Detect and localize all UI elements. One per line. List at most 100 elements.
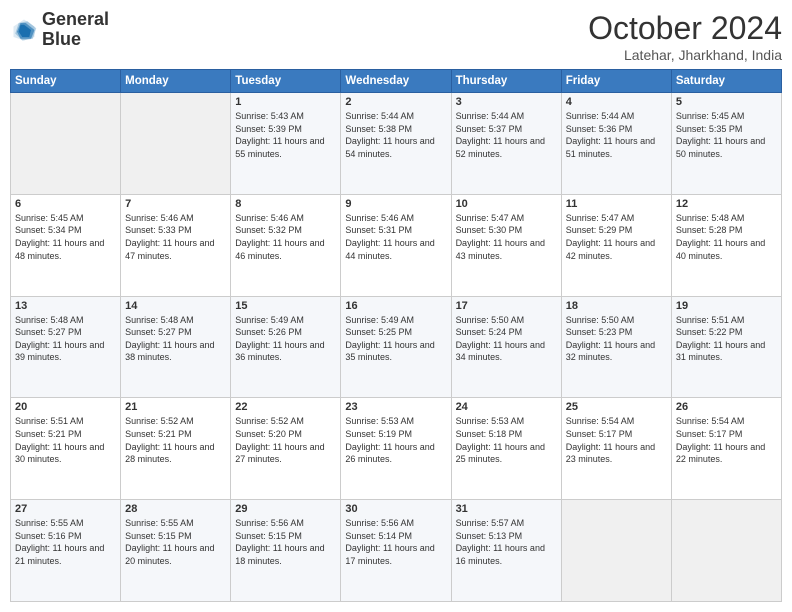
day-number: 25 <box>566 401 667 413</box>
logo-icon <box>10 16 38 44</box>
day-number: 17 <box>456 300 557 312</box>
calendar-cell <box>11 93 121 195</box>
day-detail: Sunrise: 5:43 AM Sunset: 5:39 PM Dayligh… <box>235 110 336 160</box>
calendar-cell: 30Sunrise: 5:56 AM Sunset: 5:14 PM Dayli… <box>341 500 451 602</box>
day-of-week-header: Thursday <box>451 70 561 93</box>
day-detail: Sunrise: 5:48 AM Sunset: 5:27 PM Dayligh… <box>125 314 226 364</box>
day-detail: Sunrise: 5:45 AM Sunset: 5:35 PM Dayligh… <box>676 110 777 160</box>
logo-line1: General <box>42 10 109 30</box>
day-detail: Sunrise: 5:53 AM Sunset: 5:18 PM Dayligh… <box>456 415 557 465</box>
day-number: 26 <box>676 401 777 413</box>
day-number: 9 <box>345 198 446 210</box>
day-number: 3 <box>456 96 557 108</box>
day-detail: Sunrise: 5:47 AM Sunset: 5:29 PM Dayligh… <box>566 212 667 262</box>
day-detail: Sunrise: 5:44 AM Sunset: 5:36 PM Dayligh… <box>566 110 667 160</box>
calendar-cell: 19 Sunrise: 5:51 AM Sunset: 5:22 PM Dayli… <box>671 296 781 398</box>
calendar-cell: 28 Sunrise: 5:55 AM Sunset: 5:15 PM Dayli… <box>121 500 231 602</box>
calendar-cell: 4 Sunrise: 5:44 AM Sunset: 5:36 PM Daylig… <box>561 93 671 195</box>
calendar: SundayMondayTuesdayWednesdayThursdayFrid… <box>10 69 782 602</box>
day-of-week-header: Friday <box>561 70 671 93</box>
calendar-week-row: 1Sunrise: 5:43 AM Sunset: 5:39 PM Daylig… <box>11 93 782 195</box>
day-detail: Sunrise: 5:52 AM Sunset: 5:20 PM Dayligh… <box>235 415 336 465</box>
day-detail: Sunrise: 5:49 AM Sunset: 5:26 PM Dayligh… <box>235 314 336 364</box>
day-detail: Sunrise: 5:46 AM Sunset: 5:33 PM Dayligh… <box>125 212 226 262</box>
calendar-cell: 31 Sunrise: 5:57 AM Sunset: 5:13 PM Dayli… <box>451 500 561 602</box>
calendar-cell <box>671 500 781 602</box>
day-number: 19 <box>676 300 777 312</box>
calendar-cell: 10Sunrise: 5:47 AM Sunset: 5:30 PM Dayli… <box>451 194 561 296</box>
calendar-cell: 24 Sunrise: 5:53 AM Sunset: 5:18 PM Dayli… <box>451 398 561 500</box>
day-of-week-header: Sunday <box>11 70 121 93</box>
page: General Blue October 2024 Latehar, Jhark… <box>0 0 792 612</box>
calendar-cell: 29Sunrise: 5:56 AM Sunset: 5:15 PM Dayli… <box>231 500 341 602</box>
day-number: 20 <box>15 401 116 413</box>
day-of-week-header: Saturday <box>671 70 781 93</box>
day-number: 14 <box>125 300 226 312</box>
day-number: 31 <box>456 503 557 515</box>
day-number: 2 <box>345 96 446 108</box>
day-detail: Sunrise: 5:55 AM Sunset: 5:15 PM Dayligh… <box>125 517 226 567</box>
calendar-cell: 12Sunrise: 5:48 AM Sunset: 5:28 PM Dayli… <box>671 194 781 296</box>
calendar-cell: 6 Sunrise: 5:45 AM Sunset: 5:34 PM Daylig… <box>11 194 121 296</box>
calendar-cell: 8 Sunrise: 5:46 AM Sunset: 5:32 PM Daylig… <box>231 194 341 296</box>
day-number: 28 <box>125 503 226 515</box>
day-number: 22 <box>235 401 336 413</box>
day-detail: Sunrise: 5:55 AM Sunset: 5:16 PM Dayligh… <box>15 517 116 567</box>
month-title: October 2024 <box>588 10 782 47</box>
calendar-cell: 7 Sunrise: 5:46 AM Sunset: 5:33 PM Daylig… <box>121 194 231 296</box>
calendar-cell: 26 Sunrise: 5:54 AM Sunset: 5:17 PM Dayli… <box>671 398 781 500</box>
day-number: 10 <box>456 198 557 210</box>
logo: General Blue <box>10 10 109 50</box>
day-number: 23 <box>345 401 446 413</box>
calendar-week-row: 6 Sunrise: 5:45 AM Sunset: 5:34 PM Daylig… <box>11 194 782 296</box>
day-detail: Sunrise: 5:56 AM Sunset: 5:15 PM Dayligh… <box>235 517 336 567</box>
day-number: 4 <box>566 96 667 108</box>
day-number: 8 <box>235 198 336 210</box>
day-detail: Sunrise: 5:49 AM Sunset: 5:25 PM Dayligh… <box>345 314 446 364</box>
calendar-cell: 13Sunrise: 5:48 AM Sunset: 5:27 PM Dayli… <box>11 296 121 398</box>
calendar-cell: 17 Sunrise: 5:50 AM Sunset: 5:24 PM Dayli… <box>451 296 561 398</box>
day-detail: Sunrise: 5:52 AM Sunset: 5:21 PM Dayligh… <box>125 415 226 465</box>
day-detail: Sunrise: 5:46 AM Sunset: 5:32 PM Dayligh… <box>235 212 336 262</box>
calendar-header-row: SundayMondayTuesdayWednesdayThursdayFrid… <box>11 70 782 93</box>
logo-text: General Blue <box>42 10 109 50</box>
day-number: 7 <box>125 198 226 210</box>
day-number: 12 <box>676 198 777 210</box>
day-detail: Sunrise: 5:57 AM Sunset: 5:13 PM Dayligh… <box>456 517 557 567</box>
day-detail: Sunrise: 5:53 AM Sunset: 5:19 PM Dayligh… <box>345 415 446 465</box>
subtitle: Latehar, Jharkhand, India <box>588 47 782 63</box>
calendar-cell: 18Sunrise: 5:50 AM Sunset: 5:23 PM Dayli… <box>561 296 671 398</box>
calendar-cell <box>561 500 671 602</box>
calendar-week-row: 20 Sunrise: 5:51 AM Sunset: 5:21 PM Dayli… <box>11 398 782 500</box>
day-number: 24 <box>456 401 557 413</box>
calendar-cell: 23 Sunrise: 5:53 AM Sunset: 5:19 PM Dayli… <box>341 398 451 500</box>
calendar-cell: 20 Sunrise: 5:51 AM Sunset: 5:21 PM Dayli… <box>11 398 121 500</box>
day-number: 27 <box>15 503 116 515</box>
calendar-cell: 22 Sunrise: 5:52 AM Sunset: 5:20 PM Dayli… <box>231 398 341 500</box>
day-of-week-header: Wednesday <box>341 70 451 93</box>
day-of-week-header: Tuesday <box>231 70 341 93</box>
day-detail: Sunrise: 5:54 AM Sunset: 5:17 PM Dayligh… <box>566 415 667 465</box>
day-detail: Sunrise: 5:44 AM Sunset: 5:37 PM Dayligh… <box>456 110 557 160</box>
day-number: 21 <box>125 401 226 413</box>
day-number: 11 <box>566 198 667 210</box>
day-detail: Sunrise: 5:51 AM Sunset: 5:21 PM Dayligh… <box>15 415 116 465</box>
calendar-cell: 25 Sunrise: 5:54 AM Sunset: 5:17 PM Dayli… <box>561 398 671 500</box>
day-detail: Sunrise: 5:45 AM Sunset: 5:34 PM Dayligh… <box>15 212 116 262</box>
day-detail: Sunrise: 5:51 AM Sunset: 5:22 PM Dayligh… <box>676 314 777 364</box>
logo-line2: Blue <box>42 30 109 50</box>
day-number: 6 <box>15 198 116 210</box>
day-of-week-header: Monday <box>121 70 231 93</box>
calendar-cell: 9Sunrise: 5:46 AM Sunset: 5:31 PM Daylig… <box>341 194 451 296</box>
calendar-cell: 1Sunrise: 5:43 AM Sunset: 5:39 PM Daylig… <box>231 93 341 195</box>
day-number: 16 <box>345 300 446 312</box>
day-detail: Sunrise: 5:54 AM Sunset: 5:17 PM Dayligh… <box>676 415 777 465</box>
day-number: 30 <box>345 503 446 515</box>
day-detail: Sunrise: 5:50 AM Sunset: 5:24 PM Dayligh… <box>456 314 557 364</box>
calendar-cell: 16 Sunrise: 5:49 AM Sunset: 5:25 PM Dayli… <box>341 296 451 398</box>
day-number: 5 <box>676 96 777 108</box>
calendar-cell: 21 Sunrise: 5:52 AM Sunset: 5:21 PM Dayli… <box>121 398 231 500</box>
day-detail: Sunrise: 5:44 AM Sunset: 5:38 PM Dayligh… <box>345 110 446 160</box>
day-number: 15 <box>235 300 336 312</box>
calendar-cell: 2 Sunrise: 5:44 AM Sunset: 5:38 PM Daylig… <box>341 93 451 195</box>
